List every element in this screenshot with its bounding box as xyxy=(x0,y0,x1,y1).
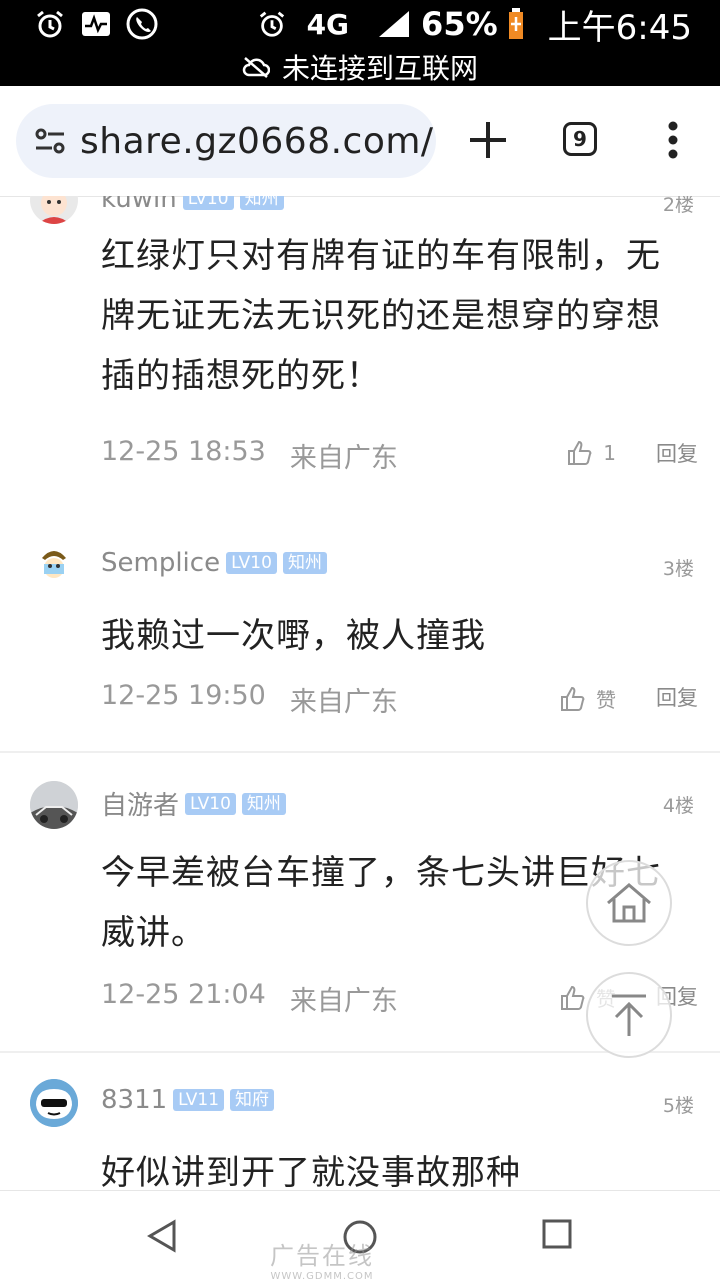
pulse-app-icon xyxy=(82,12,110,36)
comment-user[interactable]: 自游者 LV10 知州 xyxy=(101,785,286,822)
username[interactable]: Semplice xyxy=(101,548,220,578)
comment-meta: 12-25 18:53 来自广东 xyxy=(101,436,398,475)
status-bar: 4G 65% 上午6:45 未连接到互联网 xyxy=(0,0,720,86)
alarm-icon xyxy=(37,10,63,38)
status-right: 4G 65% 上午6:45 xyxy=(257,0,692,48)
comment-text: 我赖过一次嘢，被人撞我 xyxy=(101,616,486,656)
comment-date: 12-25 19:50 xyxy=(101,680,266,711)
status-left-icons xyxy=(34,6,158,42)
comment-location: 来自广东 xyxy=(289,687,398,718)
username[interactable]: 8311 xyxy=(101,1085,167,1115)
level-badge: LV11 xyxy=(173,1089,225,1111)
reply-button[interactable]: 回复 xyxy=(656,438,698,468)
alarm-icon xyxy=(259,11,284,37)
like-count: 赞 xyxy=(596,688,616,712)
back-icon[interactable] xyxy=(146,1219,178,1253)
like-button[interactable]: 1 xyxy=(567,440,616,466)
comment-location: 来自广东 xyxy=(289,986,398,1017)
level-badge: LV10 xyxy=(182,196,234,210)
home-icon xyxy=(607,883,651,923)
avatar[interactable] xyxy=(30,781,78,829)
comment-user[interactable]: kuwin LV10 知州 xyxy=(101,196,284,214)
comment-meta: 12-25 21:04 来自广东 xyxy=(101,979,398,1018)
comment-date: 12-25 21:04 xyxy=(101,979,266,1010)
battery-percent: 65% xyxy=(421,5,498,43)
home-button[interactable] xyxy=(586,860,672,946)
new-tab-icon[interactable] xyxy=(466,118,510,162)
site-settings-icon[interactable] xyxy=(30,121,70,161)
watermark: 广告在线 WWW.GDMM.COM xyxy=(270,1236,374,1282)
avatar[interactable] xyxy=(30,196,78,224)
title-badge: 知府 xyxy=(230,1089,275,1111)
cloud-off-icon xyxy=(242,57,270,78)
browser-toolbar: share.gz0668.com/ 9 xyxy=(0,86,720,197)
url-text[interactable]: share.gz0668.com/ xyxy=(80,121,434,162)
comment-user[interactable]: Semplice LV10 知州 xyxy=(101,548,327,578)
comment-meta: 12-25 19:50 来自广东 xyxy=(101,680,398,719)
title-badge: 知州 xyxy=(282,552,327,574)
title-badge: 知州 xyxy=(239,196,284,210)
thumbs-up-icon xyxy=(561,686,585,711)
level-badge: LV10 xyxy=(226,552,277,574)
signal-icon xyxy=(379,11,410,37)
comment-text: 红绿灯只对有牌有证的车有限制，无牌无证无法无识死的还是想穿的穿想插的插想死的死！ xyxy=(101,236,661,396)
comment-item: kuwin LV10 知州 2楼 红绿灯只对有牌有证的车有限制，无牌无证无法无识… xyxy=(0,196,720,526)
comment-user[interactable]: 8311 LV11 知府 xyxy=(101,1085,275,1115)
back-to-top-button[interactable] xyxy=(586,972,672,1058)
tab-switcher-button[interactable]: 9 xyxy=(563,122,597,156)
clock: 上午6:45 xyxy=(547,7,692,48)
avatar[interactable] xyxy=(30,1079,78,1127)
address-bar[interactable]: share.gz0668.com/ xyxy=(16,104,436,178)
comment-item: 8311 LV11 知府 5楼 好似讲到开了就没事故那种 xyxy=(0,1053,720,1190)
watermark-text: 广告在线 xyxy=(270,1242,374,1270)
comment-item: Semplice LV10 知州 3楼 我赖过一次嘢，被人撞我 12-25 19… xyxy=(0,526,720,753)
username[interactable]: kuwin xyxy=(101,196,177,214)
comment-location: 来自广东 xyxy=(289,443,398,474)
watermark-url: WWW.GDMM.COM xyxy=(270,1271,374,1282)
more-menu-icon[interactable] xyxy=(666,120,680,160)
tab-count: 9 xyxy=(573,127,587,151)
floor-number: 2楼 xyxy=(662,196,694,216)
username[interactable]: 自游者 xyxy=(101,785,179,822)
thumbs-up-icon xyxy=(568,440,592,465)
battery-charging-icon xyxy=(508,8,523,39)
avatar[interactable] xyxy=(30,540,78,588)
thumbs-up-icon xyxy=(561,985,585,1010)
comment-text: 好似讲到开了就没事故那种 xyxy=(101,1153,521,1190)
like-button[interactable]: 赞 xyxy=(560,684,616,713)
like-count: 1 xyxy=(603,441,616,465)
comment-date: 12-25 18:53 xyxy=(101,436,266,467)
offline-notice-text: 未连接到互联网 xyxy=(281,52,478,85)
recents-icon[interactable] xyxy=(542,1219,572,1249)
level-badge: LV10 xyxy=(185,792,236,815)
floor-number: 5楼 xyxy=(662,1095,694,1117)
title-badge: 知州 xyxy=(241,792,286,815)
floor-number: 3楼 xyxy=(662,558,694,580)
floor-number: 4楼 xyxy=(662,795,694,817)
network-type: 4G xyxy=(306,7,350,41)
phone-icon xyxy=(126,8,158,40)
offline-notice: 未连接到互联网 xyxy=(0,48,720,86)
reply-button[interactable]: 回复 xyxy=(656,682,698,712)
back-to-top-icon xyxy=(612,994,646,1036)
